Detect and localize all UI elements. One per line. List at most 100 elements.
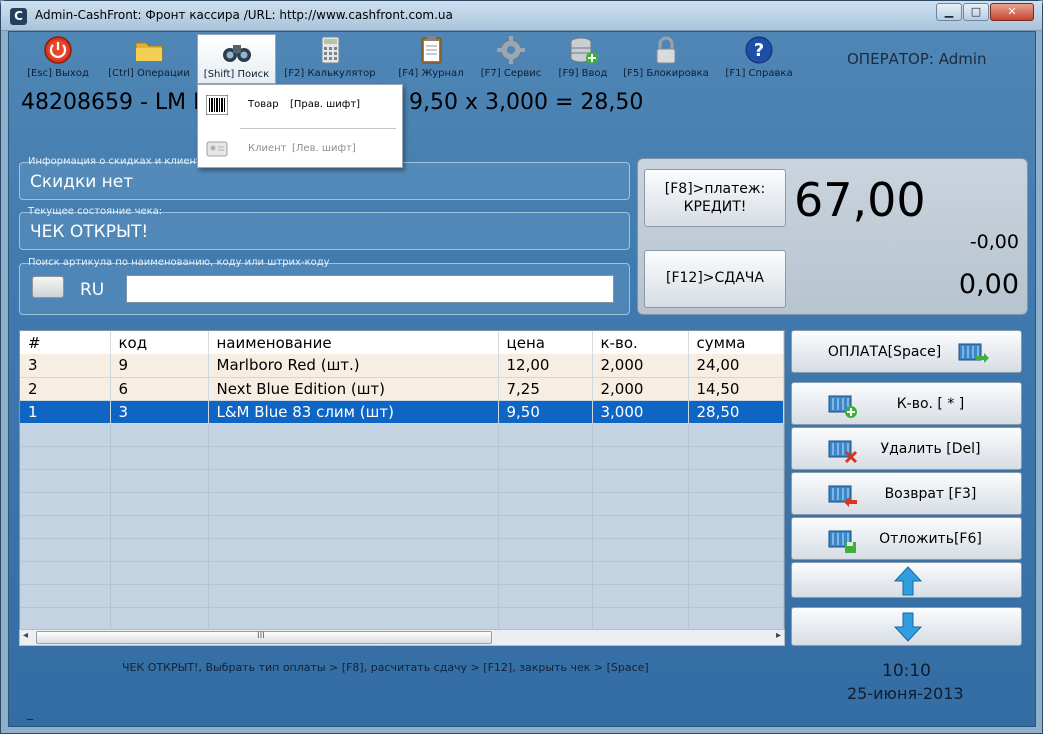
toolbar-label: [Ctrl] Операции (108, 68, 190, 79)
item-search-group: Поиск артикула по наименованию, коду или… (19, 257, 630, 315)
delete-button-label: Удалить [Del] (880, 441, 981, 457)
group-label: Поиск артикула по наименованию, коду или… (28, 257, 330, 268)
toolbar-label: [F7] Сервис (480, 68, 542, 79)
toolbar-help[interactable]: ? [F1] Справка (723, 34, 795, 84)
payment-type-label: [F8]>платеж: КРЕДИТ! (664, 181, 766, 215)
table-row-selected[interactable]: 1 3 L&M Blue 83 слим (шт) 9,50 3,000 28,… (20, 400, 784, 424)
toolbar-label: [F5] Блокировка (623, 68, 709, 79)
toolbar-calculator[interactable]: [F2] Калькулятор (282, 34, 378, 84)
table-cell: 3,000 (592, 400, 689, 424)
empty-row (20, 423, 784, 447)
receipt-status-group: Текущее состояние чека: ЧЕК ОТКРЫТ! (19, 206, 630, 250)
column-header[interactable]: к-во. (592, 331, 689, 354)
toolbar-service[interactable]: [F7] Сервис (475, 34, 547, 84)
quantity-button[interactable]: К-во. [ * ] (791, 382, 1022, 425)
toolbar-label: [Esc] Выход (27, 68, 89, 79)
delete-button[interactable]: Удалить [Del] (791, 427, 1022, 470)
calculator-icon (313, 34, 347, 66)
id-card-icon (206, 139, 228, 159)
binoculars-icon (220, 35, 254, 67)
empty-row (20, 492, 784, 516)
last-item-calc: 9,50 x 3,000 = 28,50 (409, 90, 644, 115)
toolbar-label: [F9] Ввод (558, 68, 608, 79)
receipt-items-table[interactable]: # код наименование цена к-во. сумма 3 9 … (19, 330, 785, 646)
column-header[interactable]: цена (498, 331, 593, 354)
toolbar-input[interactable]: [F9] Ввод (552, 34, 614, 84)
quantity-button-label: К-во. [ * ] (896, 396, 965, 412)
scroll-down-button[interactable] (791, 607, 1022, 646)
discount-amount: -0,00 (969, 231, 1019, 253)
empty-row (20, 584, 784, 608)
menu-item-shortcut: [Прав. шифт] (290, 99, 361, 110)
toolbar-lock[interactable]: [F5] Блокировка (621, 34, 711, 84)
toolbar-label: [F2] Калькулятор (284, 68, 376, 79)
table-row[interactable]: 3 9 Marlboro Red (шт.) 12,00 2,000 24,00 (20, 354, 784, 378)
table-cell: 3 (20, 354, 111, 378)
discount-info-value: Скидки нет (30, 172, 134, 192)
table-cell: 12,00 (498, 354, 593, 378)
horizontal-scrollbar[interactable]: ◂ III ▸ (19, 629, 785, 646)
return-button[interactable]: Возврат [F3] (791, 472, 1022, 515)
change-button[interactable]: [F12]>СДАЧА (644, 250, 786, 308)
table-cell: 14,50 (688, 377, 784, 401)
power-icon (41, 34, 75, 66)
app-logo-icon: C (10, 8, 27, 25)
pay-button[interactable]: ОПЛАТА[Space] (791, 330, 1022, 373)
toolbar-label: [F4] Журнал (398, 68, 464, 79)
toolbar-operations[interactable]: [Ctrl] Операции (101, 34, 197, 84)
total-amount: 67,00 (794, 173, 926, 227)
keyboard-icon[interactable] (32, 276, 64, 298)
payment-type-button[interactable]: [F8]>платеж: КРЕДИТ! (644, 169, 786, 227)
change-button-label: [F12]>СДАЧА (666, 270, 764, 286)
table-cell: 9 (110, 354, 209, 378)
toolbar-search[interactable]: [Shift] Поиск (197, 34, 276, 84)
scroll-right-arrow-icon[interactable]: ▸ (776, 630, 781, 641)
group-label: Текущее состояние чека: (28, 206, 163, 217)
operator-label: ОПЕРАТОР: Admin (847, 50, 987, 68)
maximize-button[interactable]: □ (963, 3, 989, 21)
group-label: Информация о скидках и клиенте (28, 156, 208, 167)
menu-item-label: Товар (248, 99, 279, 110)
table-cell: 9,50 (498, 400, 593, 424)
payment-panel: [F8]>платеж: КРЕДИТ! [F12]>СДАЧА 67,00 -… (637, 158, 1028, 315)
app-window: C Admin-CashFront: Фронт кассира /URL: h… (0, 0, 1043, 734)
clipboard-icon (414, 34, 448, 66)
column-header[interactable]: код (110, 331, 209, 354)
close-button[interactable]: ✕ (990, 3, 1034, 21)
search-menu-item-client[interactable]: Клиент [Лев. шифт] (198, 133, 402, 165)
toolbar-label: [F1] Справка (725, 68, 793, 79)
table-cell: 28,50 (688, 400, 784, 424)
column-header[interactable]: наименование (208, 331, 499, 354)
search-menu-item-product[interactable]: Товар [Прав. шифт] (198, 89, 402, 121)
language-indicator: RU (80, 280, 105, 300)
item-search-input[interactable] (126, 275, 614, 303)
toolbar-journal[interactable]: [F4] Журнал (395, 34, 467, 84)
table-cell: 7,25 (498, 377, 593, 401)
empty-row (20, 446, 784, 470)
barcode-icon (205, 94, 229, 116)
scrollbar-thumb[interactable]: III (36, 631, 492, 644)
title-bar[interactable]: C Admin-CashFront: Фронт кассира /URL: h… (1, 1, 1042, 31)
empty-row (20, 607, 784, 631)
menu-item-label: Клиент (248, 143, 287, 154)
folder-icon (132, 34, 166, 66)
table-cell: 6 (110, 377, 209, 401)
arrow-down-icon (891, 611, 925, 643)
minimize-button[interactable]: ▁ (936, 3, 962, 21)
input-cursor: _ (27, 706, 33, 720)
toolbar-exit[interactable]: [Esc] Выход (22, 34, 94, 84)
column-header[interactable]: # (20, 331, 111, 354)
table-cell: Next Blue Edition (шт) (208, 377, 499, 401)
table-cell: 2,000 (592, 377, 689, 401)
table-cell: Marlboro Red (шт.) (208, 354, 499, 378)
menu-item-shortcut: [Лев. шифт] (292, 143, 356, 154)
table-row[interactable]: 2 6 Next Blue Edition (шт) 7,25 2,000 14… (20, 377, 784, 401)
column-header[interactable]: сумма (688, 331, 784, 354)
defer-button[interactable]: Отложить[F6] (791, 517, 1022, 560)
change-amount: 0,00 (958, 269, 1019, 300)
scroll-left-arrow-icon[interactable]: ◂ (23, 630, 28, 641)
main-area: [Esc] Выход [Ctrl] Операции [Shift] Поис… (8, 31, 1036, 727)
table-cell: L&M Blue 83 слим (шт) (208, 400, 499, 424)
scroll-up-button[interactable] (791, 562, 1022, 598)
scroll-grip: III (257, 631, 265, 641)
